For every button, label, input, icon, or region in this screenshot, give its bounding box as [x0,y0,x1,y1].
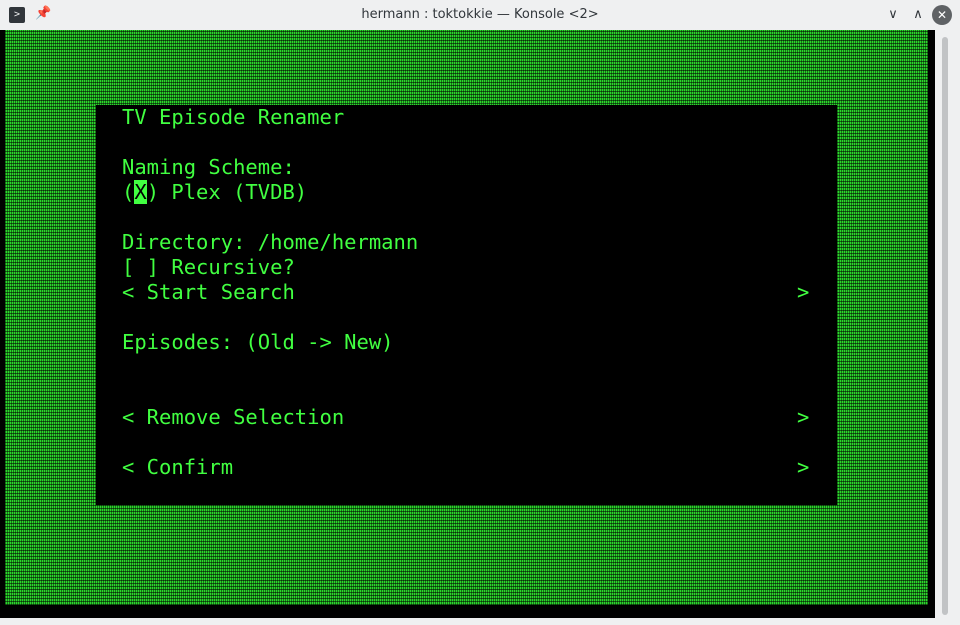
naming-scheme-radio[interactable]: (X) Plex (TVDB) [122,180,307,205]
scrollbar-thumb[interactable] [942,37,948,615]
radio-option-label: ) Plex (TVDB) [146,180,308,204]
remove-selection-button[interactable]: < Remove Selection [122,405,344,430]
remove-selection-arrow[interactable]: > [797,405,809,430]
window-bottom-border [0,618,935,625]
scrollbar[interactable] [935,30,960,625]
terminal-area[interactable]: TV Episode Renamer Naming Scheme: (X) Pl… [0,30,935,618]
pin-icon[interactable]: 📌 [35,5,51,23]
episodes-label: Episodes: (Old -> New) [122,330,394,354]
title-bar: hermann : toktokkie — Konsole <2> > 📌 ∨ … [0,0,960,30]
start-search-button[interactable]: < Start Search [122,280,295,305]
maximize-button[interactable]: ∧ [909,6,927,24]
confirm-button[interactable]: < Confirm [122,455,233,480]
terminal-prompt-icon[interactable]: > [9,7,25,23]
minimize-button[interactable]: ∨ [884,6,902,24]
window-title: hermann : toktokkie — Konsole <2> [361,7,599,22]
naming-scheme-label: Naming Scheme: [122,155,295,179]
confirm-arrow[interactable]: > [797,455,809,480]
start-search-arrow[interactable]: > [797,280,809,305]
radio-mark-cursor[interactable]: X [134,180,147,204]
renamer-dialog: TV Episode Renamer Naming Scheme: (X) Pl… [96,105,837,505]
radio-open: ( [122,180,135,204]
close-button[interactable]: ✕ [932,5,952,25]
directory-field[interactable]: Directory: /home/hermann [122,230,418,255]
recursive-checkbox[interactable]: [ ] Recursive? [122,255,295,280]
dialog-heading: TV Episode Renamer [122,105,345,129]
